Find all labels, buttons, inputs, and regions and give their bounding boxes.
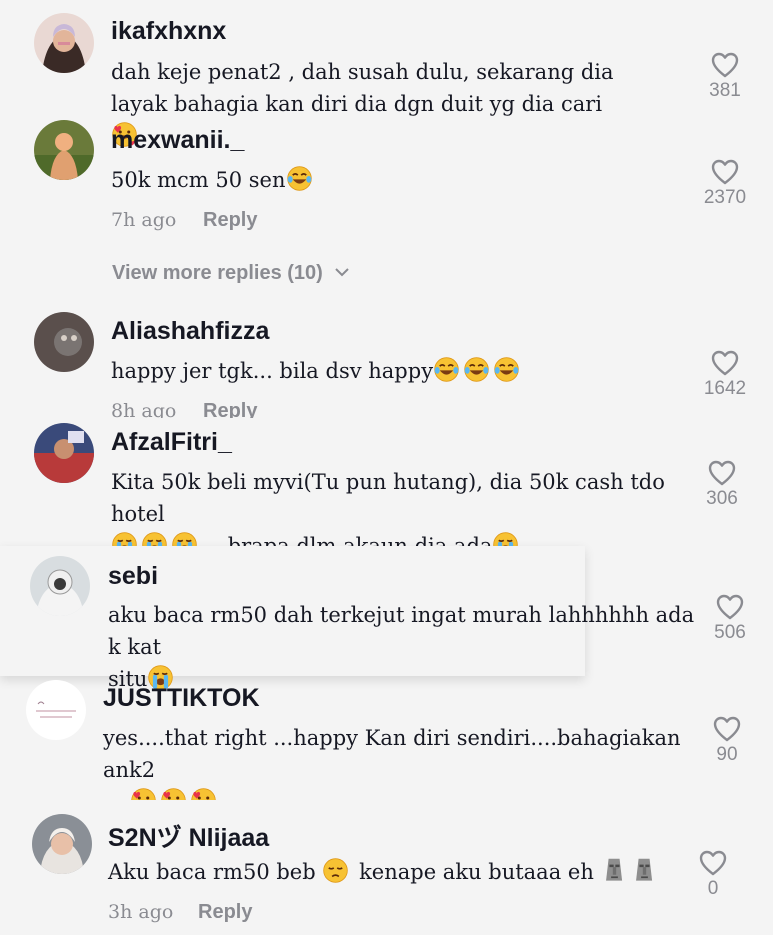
avatar[interactable]: [34, 312, 94, 372]
avatar[interactable]: [34, 13, 94, 73]
comment-timestamp: 3h ago: [108, 901, 174, 923]
comment-text: happy jer tgk... bila dsv happy: [111, 355, 523, 387]
comment-text: Aku baca rm50 beb kenape aku butaaa eh: [108, 856, 661, 888]
like-button[interactable]: 381: [695, 52, 755, 102]
heart-outline-icon: [716, 594, 744, 620]
face-with-tears-of-joy-icon: [493, 356, 520, 383]
heart-outline-icon: [711, 159, 739, 185]
face-with-tears-of-joy-icon: [286, 165, 313, 192]
avatar[interactable]: [32, 814, 92, 874]
comment-text: Kita 50k beli myvi(Tu pun hutang), dia 5…: [111, 466, 691, 546]
like-count: 0: [707, 878, 719, 899]
avatar[interactable]: [30, 556, 90, 616]
comment-username[interactable]: sebi: [108, 562, 158, 591]
view-more-replies-button[interactable]: View more replies (10): [112, 262, 350, 285]
like-count: 1642: [703, 378, 747, 399]
avatar[interactable]: [34, 423, 94, 483]
reply-button[interactable]: Reply: [198, 901, 252, 924]
like-button[interactable]: 0: [683, 850, 743, 900]
comment-username[interactable]: JUSTTIKTOK: [103, 684, 260, 713]
heart-outline-icon: [708, 460, 736, 486]
reply-button[interactable]: Reply: [203, 209, 257, 232]
comment-block-3: AfzalFitri_ Kita 50k beli myvi(Tu pun hu…: [0, 418, 773, 546]
face-with-tears-of-joy-icon: [433, 356, 460, 383]
loudly-crying-face-icon: [492, 531, 519, 546]
like-button[interactable]: 90: [697, 716, 757, 766]
like-button[interactable]: 506: [700, 594, 760, 644]
comment-username[interactable]: S2Nヅ Nlijaaa: [108, 818, 269, 854]
loudly-crying-face-icon: [141, 531, 168, 546]
pensive-face-icon: [322, 857, 349, 884]
like-count: 90: [716, 744, 738, 765]
chevron-down-icon: [335, 268, 350, 277]
comment-text: 50k mcm 50 sen: [111, 164, 316, 196]
smiling-face-with-hearts-icon: [160, 787, 187, 800]
comment-username[interactable]: mexwanii._: [111, 126, 244, 155]
comment-block-1: ikafxhxnx dah keje penat2 , dah susah du…: [0, 0, 773, 300]
comment-username[interactable]: AfzalFitri_: [111, 428, 232, 457]
heart-outline-icon: [699, 850, 727, 876]
like-button[interactable]: 1642: [695, 350, 755, 400]
avatar[interactable]: [34, 120, 94, 180]
comment-block-2: Aliashahfizza happy jer tgk... bila dsv …: [0, 300, 773, 418]
smiling-face-with-hearts-icon: [130, 787, 157, 800]
comment-block-5: JUSTTIKTOK yes....that right ...happy Ka…: [0, 678, 773, 800]
smiling-face-with-hearts-icon: [190, 787, 217, 800]
face-with-tears-of-joy-icon: [463, 356, 490, 383]
comment-username[interactable]: ikafxhxnx: [111, 17, 226, 46]
comment-timestamp: 7h ago: [111, 209, 177, 231]
loudly-crying-face-icon: [171, 531, 198, 546]
heart-outline-icon: [711, 350, 739, 376]
like-count: 381: [709, 80, 741, 101]
moai-icon: [601, 857, 628, 884]
like-button[interactable]: 2370: [695, 159, 755, 209]
reply-button[interactable]: Reply: [203, 400, 257, 418]
like-count: 2370: [703, 187, 747, 208]
like-count: 306: [706, 488, 738, 509]
like-button[interactable]: 306: [692, 460, 752, 510]
comment-text: yes....that right ...happy Kan diri send…: [103, 722, 693, 800]
like-count: 506: [714, 622, 746, 643]
comment-username[interactable]: Aliashahfizza: [111, 317, 269, 346]
moai-icon: [631, 857, 658, 884]
heart-outline-icon: [711, 52, 739, 78]
avatar[interactable]: [26, 680, 86, 740]
loudly-crying-face-icon: [111, 531, 138, 546]
comment-block-6: S2Nヅ Nlijaaa Aku baca rm50 beb kenape ak…: [0, 800, 773, 935]
heart-outline-icon: [713, 716, 741, 742]
comment-timestamp: 8h ago: [111, 400, 177, 418]
